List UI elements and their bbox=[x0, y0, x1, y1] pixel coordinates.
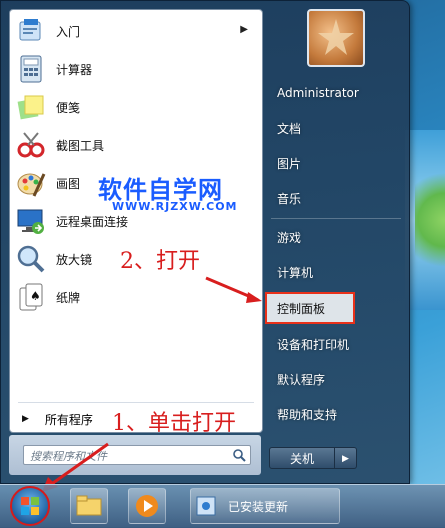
folder-icon bbox=[76, 495, 102, 516]
start-button[interactable] bbox=[10, 486, 50, 526]
right-item-label: 设备和打印机 bbox=[277, 337, 350, 352]
annotation-arrow-step-2 bbox=[205, 276, 262, 303]
divider bbox=[18, 402, 254, 403]
remote-desktop-icon bbox=[16, 206, 46, 236]
shutdown-options-arrow-icon[interactable]: ▶ bbox=[335, 447, 357, 469]
right-item-user[interactable]: Administrator bbox=[269, 82, 399, 104]
right-item-label: 默认程序 bbox=[277, 372, 326, 387]
program-label: 入门 bbox=[56, 24, 81, 39]
solitaire-icon: ♠ bbox=[16, 282, 46, 312]
right-item-label: 游戏 bbox=[277, 230, 302, 245]
taskbar-media-player-button[interactable] bbox=[128, 488, 166, 524]
program-item-snipping-tool[interactable]: 截图工具 bbox=[14, 128, 258, 162]
program-label: 截图工具 bbox=[56, 138, 105, 153]
sticky-notes-icon bbox=[16, 92, 46, 122]
right-item-label: 帮助和支持 bbox=[277, 407, 338, 422]
right-item-label: 计算机 bbox=[277, 265, 314, 280]
magnifier-icon bbox=[16, 244, 46, 274]
paint-icon bbox=[16, 168, 46, 198]
all-programs-label: 所有程序 bbox=[44, 412, 93, 427]
annotation-step-2: 2、打开 bbox=[120, 249, 200, 274]
right-item-label: 文档 bbox=[277, 121, 302, 136]
program-label: 远程桌面连接 bbox=[56, 214, 129, 229]
program-label: 放大镜 bbox=[56, 252, 93, 267]
divider bbox=[271, 218, 401, 219]
right-item-control-panel[interactable]: 控制面板 bbox=[269, 297, 399, 319]
right-item-documents[interactable]: 文档 bbox=[269, 117, 399, 139]
program-label: 纸牌 bbox=[56, 290, 81, 305]
getting-started-icon bbox=[16, 16, 46, 46]
right-item-devices-printers[interactable]: 设备和打印机 bbox=[269, 333, 399, 355]
media-player-icon bbox=[136, 495, 158, 517]
right-item-default-programs[interactable]: 默认程序 bbox=[269, 368, 399, 390]
program-label: 计算器 bbox=[56, 62, 93, 77]
snipping-tool-icon bbox=[16, 130, 46, 160]
svg-text:♠: ♠ bbox=[30, 289, 41, 303]
control-panel-window-icon bbox=[196, 496, 216, 516]
right-item-label: 音乐 bbox=[277, 191, 302, 206]
wallpaper-leaf bbox=[415, 160, 445, 280]
taskbar-explorer-button[interactable] bbox=[70, 488, 108, 524]
program-label: 画图 bbox=[56, 176, 81, 191]
right-item-music[interactable]: 音乐 bbox=[269, 187, 399, 209]
right-item-games[interactable]: 游戏 bbox=[269, 226, 399, 248]
shutdown-button[interactable]: 关机 bbox=[269, 447, 335, 469]
program-item-sticky-notes[interactable]: 便笺 bbox=[14, 90, 258, 124]
submenu-arrow-icon: ▶ bbox=[240, 24, 248, 35]
right-item-label: 图片 bbox=[277, 156, 302, 171]
right-item-computer[interactable]: 计算机 bbox=[269, 261, 399, 283]
arrow-right-icon: ▶ bbox=[22, 414, 29, 424]
taskbar-window-label: 已安装更新 bbox=[228, 500, 289, 514]
program-label: 便笺 bbox=[56, 100, 81, 115]
user-avatar[interactable] bbox=[307, 9, 365, 67]
watermark-url: WWW.RJZXW.COM bbox=[112, 200, 238, 213]
calculator-icon bbox=[16, 54, 46, 84]
right-item-help-support[interactable]: 帮助和支持 bbox=[269, 403, 399, 425]
program-item-calculator[interactable]: 计算器 bbox=[14, 52, 258, 86]
right-item-label: Administrator bbox=[277, 86, 359, 100]
right-item-label: 控制面板 bbox=[277, 301, 326, 316]
windows-logo-icon bbox=[21, 497, 39, 515]
program-item-getting-started[interactable]: 入门 ▶ bbox=[14, 14, 258, 48]
search-icon[interactable] bbox=[232, 448, 246, 462]
annotation-step-1: 1、单击打开 bbox=[112, 411, 236, 436]
program-list-panel: 入门 ▶ 计算器 便笺 截图工具 画图 远程桌面连接 放大镜 ♠ 纸牌 ▶ 所有… bbox=[9, 9, 263, 433]
right-item-pictures[interactable]: 图片 bbox=[269, 152, 399, 174]
